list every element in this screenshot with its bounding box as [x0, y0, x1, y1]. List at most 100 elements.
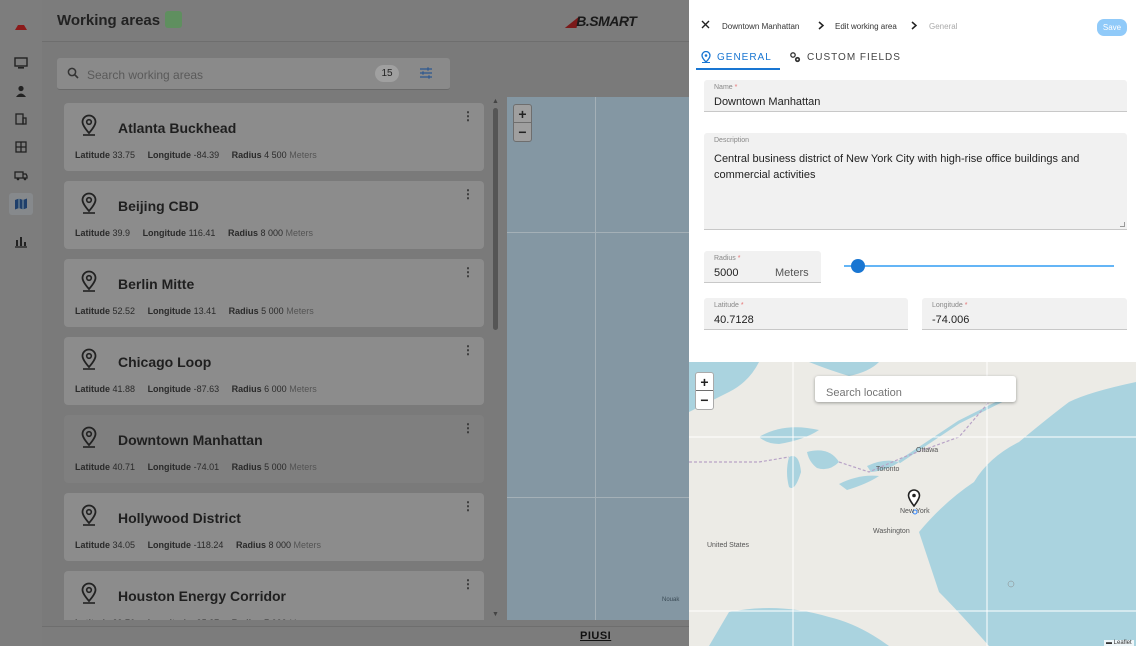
name-label-text: Name: [714, 84, 733, 91]
location-map-zoom-control: + −: [695, 372, 714, 410]
map-search-input[interactable]: [815, 376, 1016, 402]
radius-input[interactable]: 5000: [714, 267, 738, 279]
tab-general[interactable]: GENERAL: [701, 44, 772, 70]
area-name: Houston Energy Corridor: [118, 588, 287, 604]
radius-value: 6 000: [264, 384, 287, 394]
map-gridline: [507, 497, 689, 498]
more-options-icon[interactable]: ⋮: [462, 187, 474, 201]
working-area-card[interactable]: Atlanta Buckhead ⋮ Latitude 33.75 Longitud…: [64, 103, 484, 171]
bg-map-zoom-out[interactable]: −: [514, 123, 531, 141]
radius-unit: Meters: [289, 462, 317, 472]
zoom-out-button[interactable]: −: [696, 391, 713, 409]
longitude-label-text: Longitude: [932, 302, 963, 309]
grid-icon[interactable]: [9, 136, 33, 158]
description-textarea[interactable]: Central business district of New York Ci…: [714, 151, 1119, 183]
radius-label: Radius: [235, 540, 266, 550]
filter-icon[interactable]: [419, 66, 433, 80]
working-area-card[interactable]: Houston Energy Corridor ⋮ Latitude 29.76 L…: [64, 571, 484, 620]
latitude-input[interactable]: 40.7128: [714, 314, 754, 326]
working-area-card[interactable]: Beijing CBD ⋮ Latitude 39.9 Longitude 116.…: [64, 181, 484, 249]
background-map[interactable]: + − Nouak: [507, 97, 689, 620]
radius-value: 8 000: [268, 540, 292, 550]
longitude-label: Longitude: [147, 384, 192, 394]
name-field[interactable]: Name * Downtown Manhattan: [704, 80, 1127, 112]
resize-handle[interactable]: [1120, 222, 1125, 227]
more-options-icon[interactable]: ⋮: [462, 265, 474, 279]
search-bar[interactable]: Search working areas 15: [57, 58, 450, 90]
location-marker-icon[interactable]: [907, 489, 921, 507]
location-map[interactable]: + − Ottawa Toronto New York Washington U…: [689, 362, 1136, 646]
working-area-card[interactable]: Hollywood District ⋮ Latitude 34.05 Longit…: [64, 493, 484, 561]
search-input[interactable]: Search working areas: [87, 68, 203, 82]
location-pin-icon: [80, 348, 98, 375]
save-button[interactable]: Save: [1097, 19, 1127, 36]
longitude-value: 116.41: [188, 228, 216, 238]
chart-icon[interactable]: [9, 230, 33, 252]
more-options-icon[interactable]: ⋮: [462, 499, 474, 513]
more-options-icon[interactable]: ⋮: [462, 343, 474, 357]
longitude-field[interactable]: Longitude * -74.006: [922, 298, 1127, 330]
more-options-icon[interactable]: ⋮: [462, 421, 474, 435]
latitude-label-text: Latitude: [714, 302, 739, 309]
radius-slider-thumb[interactable]: [850, 259, 865, 273]
radius-field[interactable]: Radius * 5000 Meters: [704, 251, 821, 283]
settings-icon: [790, 52, 801, 63]
bg-map-zoom-in[interactable]: +: [514, 105, 531, 123]
area-name: Chicago Loop: [118, 354, 212, 370]
scroll-down-arrow[interactable]: ▼: [492, 611, 499, 618]
latitude-value: 39.9: [112, 228, 131, 238]
working-area-card[interactable]: Berlin Mitte ⋮ Latitude 52.52 Longitude 13…: [64, 259, 484, 327]
home-icon[interactable]: [9, 16, 33, 38]
description-field[interactable]: Description Central business district of…: [704, 133, 1127, 230]
map-attribution[interactable]: ▬ Leaflet: [1104, 640, 1134, 646]
longitude-label: Longitude *: [932, 302, 967, 309]
radius-value: 5 000: [261, 306, 284, 316]
breadcrumb-item[interactable]: Edit working area: [835, 22, 897, 31]
latitude-label: Latitude: [75, 384, 110, 394]
working-area-card[interactable]: Downtown Manhattan ⋮ Latitude 40.71 Longit…: [64, 415, 484, 483]
truck-icon[interactable]: [9, 164, 33, 186]
map-icon[interactable]: [9, 193, 33, 215]
longitude-value: -95.37: [194, 618, 220, 620]
brand-text: B.SMART: [576, 13, 637, 29]
breadcrumb-item[interactable]: Downtown Manhattan: [722, 22, 799, 31]
list-scrollbar[interactable]: [493, 108, 498, 330]
working-area-card[interactable]: Chicago Loop ⋮ Latitude 41.88 Longitude -8…: [64, 337, 484, 405]
app-header: Working areas ◢B.SMART: [42, 0, 689, 42]
longitude-value: -118.24: [193, 540, 224, 550]
required-mark: *: [737, 255, 741, 262]
area-name: Hollywood District: [118, 510, 241, 526]
radius-value: 5 000: [264, 462, 287, 472]
latitude-field[interactable]: Latitude * 40.7128: [704, 298, 908, 330]
location-pin-icon: [80, 114, 98, 141]
area-name: Beijing CBD: [118, 198, 199, 214]
radius-label: Radius *: [714, 255, 740, 262]
radius-value: 4 500: [264, 150, 287, 160]
person-icon[interactable]: [9, 80, 33, 102]
zoom-in-button[interactable]: +: [696, 373, 713, 391]
longitude-input[interactable]: -74.006: [932, 314, 969, 326]
radius-label-text: Radius: [714, 255, 736, 262]
result-count-badge: 15: [375, 65, 399, 82]
tab-general-label: GENERAL: [717, 51, 772, 63]
tab-custom-fields[interactable]: CUSTOM FIELDS: [789, 44, 901, 70]
close-icon[interactable]: [701, 20, 710, 29]
longitude-value: -84.39: [193, 150, 220, 160]
radius-slider-track[interactable]: [844, 265, 1114, 267]
more-options-icon[interactable]: ⋮: [462, 109, 474, 123]
radius-unit: Meters: [289, 150, 317, 160]
area-name: Berlin Mitte: [118, 276, 195, 292]
radius-unit: Meters: [285, 228, 314, 238]
icon-rail: [0, 0, 42, 646]
tab-custom-fields-label: CUSTOM FIELDS: [807, 51, 901, 63]
area-name: Downtown Manhattan: [118, 432, 263, 448]
more-options-icon[interactable]: ⋮: [462, 577, 474, 591]
area-details: Latitude 33.75 Longitude -84.39 Radius 4…: [75, 150, 317, 160]
monitor-icon[interactable]: [9, 52, 33, 74]
scroll-up-arrow[interactable]: ▲: [492, 98, 499, 105]
longitude-label: Longitude: [142, 228, 187, 238]
active-tab-indicator: [696, 68, 780, 70]
name-input[interactable]: Downtown Manhattan: [714, 96, 820, 108]
building-icon[interactable]: [9, 108, 33, 130]
required-mark: *: [734, 84, 738, 91]
